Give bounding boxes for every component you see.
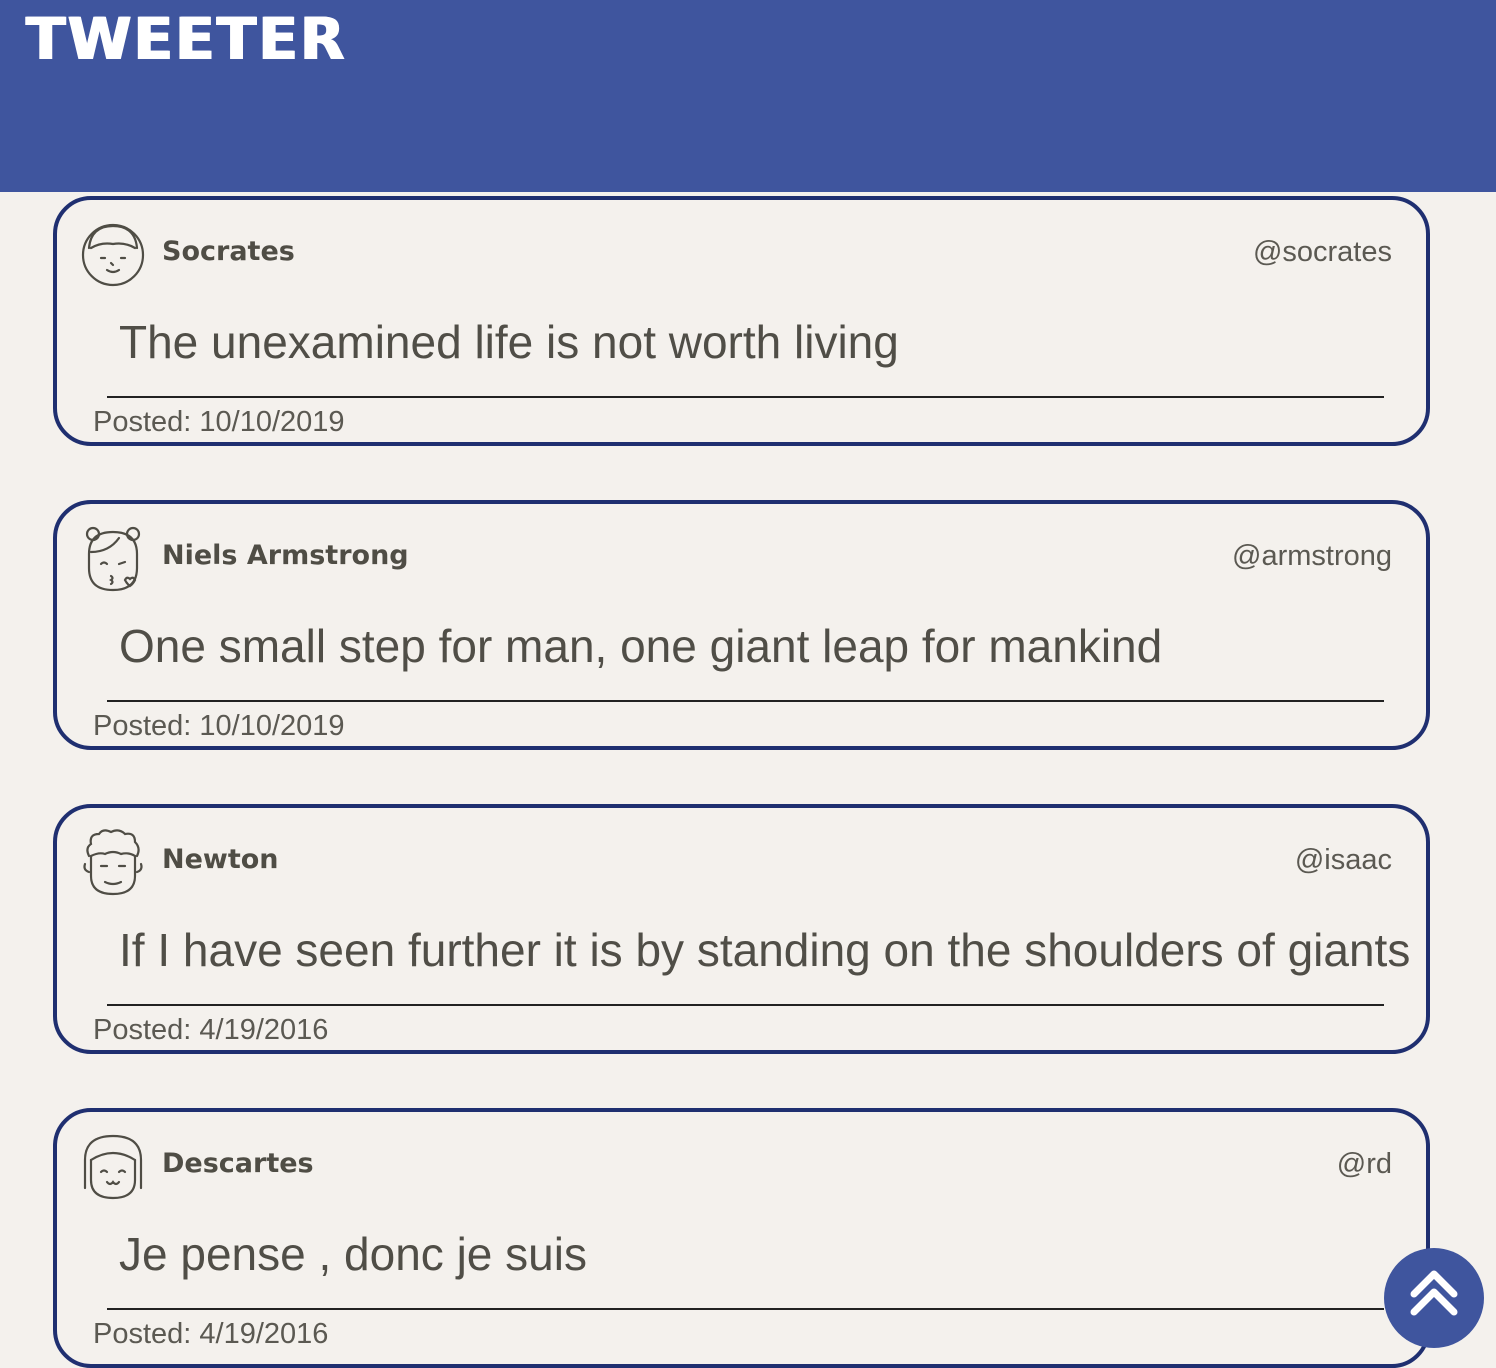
- tweet-feed: Socrates @socrates The unexamined life i…: [0, 0, 1496, 1368]
- author-handle[interactable]: @isaac: [1295, 844, 1392, 877]
- bob-hair-avatar-icon: [79, 1130, 147, 1204]
- scroll-to-top-button[interactable]: [1384, 1248, 1484, 1348]
- curly-hair-avatar-icon: [79, 826, 147, 900]
- author-name[interactable]: Newton: [162, 844, 279, 875]
- divider: [107, 1308, 1384, 1310]
- posted-date: Posted: 4/19/2016: [93, 1318, 329, 1350]
- author-handle[interactable]: @socrates: [1253, 236, 1392, 269]
- author-handle[interactable]: @rd: [1337, 1148, 1392, 1181]
- posted-date: Posted: 10/10/2019: [93, 406, 345, 438]
- tweet-text: One small step for man, one giant leap f…: [119, 620, 1163, 672]
- posted-date: Posted: 4/19/2016: [93, 1014, 329, 1046]
- author-name[interactable]: Descartes: [162, 1148, 314, 1179]
- divider: [107, 396, 1384, 398]
- tweet-card: Socrates @socrates The unexamined life i…: [53, 196, 1430, 446]
- tweet-card: Descartes @rd Je pense , donc je suis Po…: [53, 1108, 1430, 1368]
- divider: [107, 1004, 1384, 1006]
- double-chevron-up-icon: [1410, 1270, 1458, 1316]
- author-name[interactable]: Socrates: [162, 236, 295, 267]
- tweet-text: Je pense , donc je suis: [119, 1228, 587, 1280]
- tweet-text: If I have seen further it is by standing…: [119, 924, 1411, 976]
- posted-date: Posted: 10/10/2019: [93, 710, 345, 742]
- girl-kiss-avatar-icon: [79, 522, 147, 596]
- tweet-card: Newton @isaac If I have seen further it …: [53, 804, 1430, 1054]
- divider: [107, 700, 1384, 702]
- tweet-text: The unexamined life is not worth living: [119, 316, 899, 368]
- tweet-card: Niels Armstrong @armstrong One small ste…: [53, 500, 1430, 750]
- author-name[interactable]: Niels Armstrong: [162, 540, 409, 571]
- man-face-avatar-icon: [79, 218, 147, 292]
- author-handle[interactable]: @armstrong: [1232, 540, 1392, 573]
